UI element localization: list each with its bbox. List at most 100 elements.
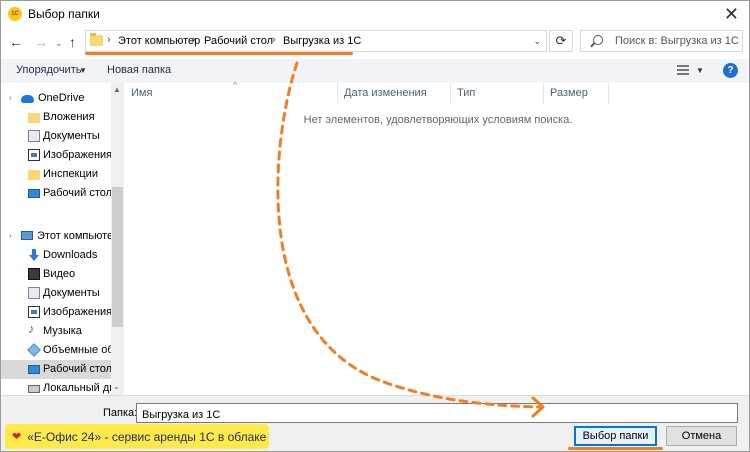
onedrive-icon (21, 95, 34, 103)
expand-chevron-icon[interactable]: › (9, 93, 12, 102)
sidebar-item-desktop-selected[interactable]: Рабочий стол (1, 360, 111, 379)
images-icon (28, 149, 40, 161)
refresh-button[interactable]: ⟳ (549, 30, 573, 52)
music-icon: ♪ (28, 322, 35, 336)
sidebar-item-inspections[interactable]: Инспекции (1, 165, 111, 184)
folder-icon (28, 113, 40, 123)
close-icon[interactable]: ✕ (724, 4, 739, 25)
documents-icon (28, 287, 40, 299)
up-arrow-icon[interactable]: ↑ (69, 34, 76, 50)
folder-field-label: Папка: (103, 407, 138, 419)
file-list[interactable]: ^ Имя Дата изменения Тип Размер Нет элем… (125, 80, 749, 395)
breadcrumb-current-folder[interactable]: Выгрузка из 1С (283, 35, 361, 47)
sidebar-item-video[interactable]: Видео (1, 265, 111, 284)
column-header-label: Имя (131, 87, 153, 99)
address-dropdown-chevron-icon[interactable]: ⌄ (533, 36, 541, 47)
folder-picker-dialog: 1С Выбор папки ✕ ← → ⌄ ↑ › Этот компьюте… (0, 0, 750, 452)
sidebar-item-downloads[interactable]: Downloads (1, 246, 111, 265)
search-icon (593, 35, 603, 45)
documents-icon (28, 130, 40, 142)
scroll-down-icon[interactable]: ⌄ (113, 382, 120, 391)
sidebar-item-local-disk[interactable]: Локальный дис (1, 379, 111, 395)
promo-banner: ❤ «Е-Офис 24» - сервис аренды 1С в облак… (5, 424, 269, 449)
sidebar-item-3d-objects[interactable]: Объемные объ (1, 341, 111, 360)
desktop-icon (28, 365, 40, 374)
scroll-up-icon[interactable]: ▲ (113, 85, 121, 94)
view-dropdown-icon[interactable]: ▼ (696, 66, 704, 75)
annotation-underline-button (568, 447, 663, 450)
sidebar-item-label: Видео (43, 268, 76, 280)
column-header-label: Дата изменения (344, 87, 427, 99)
expand-chevron-icon[interactable]: › (9, 231, 12, 240)
recent-locations-chevron-icon[interactable]: ⌄ (55, 38, 63, 49)
sidebar-scrollbar-thumb[interactable] (112, 187, 123, 327)
sidebar-item-onedrive[interactable]: › OneDrive (1, 89, 111, 108)
column-header-date[interactable]: Дата изменения (338, 83, 451, 103)
sidebar-item-label: Локальный дис (43, 382, 111, 394)
sidebar-item-label: OneDrive (38, 92, 85, 104)
column-header-size[interactable]: Размер (544, 83, 609, 103)
help-icon[interactable]: ? (723, 63, 738, 78)
empty-list-message: Нет элементов, удовлетворяющих условиям … (303, 114, 573, 126)
images-icon (28, 306, 40, 318)
sidebar-item-this-pc[interactable]: › Этот компьютер (1, 227, 111, 246)
sidebar-item-label: Документы (43, 130, 100, 142)
organize-button[interactable]: Упорядочить (16, 64, 81, 76)
sidebar-item-label: Этот компьютер (37, 230, 111, 242)
column-header-label: Размер (550, 87, 588, 99)
folder-icon (90, 33, 103, 46)
disk-icon (28, 385, 40, 393)
search-input[interactable]: Поиск в: Выгрузка из 1С (580, 30, 743, 52)
forward-arrow-icon[interactable]: → (34, 34, 48, 50)
breadcrumb-separator-icon[interactable]: › (272, 34, 276, 46)
command-toolbar: Упорядочить ▼ Новая папка ▼ ? (1, 59, 749, 83)
sidebar-item-label: Downloads (43, 249, 98, 261)
sidebar-item-attachments[interactable]: Вложения (1, 108, 111, 127)
navigation-pane: › OneDrive Вложения Документы Изображени… (1, 83, 124, 395)
sidebar-item-label: Изображения (43, 149, 111, 161)
desktop-icon (28, 189, 40, 198)
sidebar-item-label: Рабочий стол (43, 187, 111, 199)
sort-ascending-icon: ^ (233, 80, 238, 90)
annotation-underline-path (85, 52, 353, 55)
sidebar-item-images-pc[interactable]: Изображения (1, 303, 111, 322)
address-bar[interactable]: › Этот компьютер › Рабочий стол › Выгруз… (85, 30, 547, 52)
app-1c-icon: 1С (8, 7, 22, 21)
title-bar: 1С Выбор папки ✕ (1, 1, 749, 27)
folder-name-field[interactable] (136, 403, 738, 423)
video-icon (28, 268, 40, 280)
sidebar-item-music[interactable]: ♪ Музыка (1, 322, 111, 341)
sidebar-item-label: Объемные объ (43, 344, 111, 356)
sidebar-item-documents[interactable]: Документы (1, 127, 111, 146)
sidebar-item-label: Документы (43, 287, 100, 299)
breadcrumb-separator-icon[interactable]: › (192, 34, 196, 46)
search-placeholder: Поиск в: Выгрузка из 1С (615, 35, 739, 47)
breadcrumb-this-pc[interactable]: Этот компьютер (118, 35, 200, 47)
column-header-type[interactable]: Тип (451, 83, 544, 103)
sidebar-item-label: Музыка (43, 325, 82, 337)
back-arrow-icon[interactable]: ← (9, 34, 23, 50)
new-folder-button[interactable]: Новая папка (107, 64, 171, 76)
view-options-icon[interactable] (677, 65, 689, 75)
select-folder-button[interactable]: Выбор папки (574, 426, 657, 446)
sidebar-item-label: Рабочий стол (43, 363, 111, 375)
folder-icon (28, 170, 40, 180)
window-title: Выбор папки (28, 7, 100, 21)
downloads-icon (28, 249, 40, 261)
sidebar-item-label: Изображения (43, 306, 111, 318)
heart-icon: ❤ (12, 431, 22, 443)
3d-objects-icon (27, 343, 41, 357)
sidebar-item-images[interactable]: Изображения (1, 146, 111, 165)
sidebar-item-documents-pc[interactable]: Документы (1, 284, 111, 303)
organize-dropdown-icon[interactable]: ▼ (79, 66, 87, 75)
column-header-name[interactable]: ^ Имя (125, 80, 338, 103)
breadcrumb-desktop[interactable]: Рабочий стол (204, 35, 273, 47)
breadcrumb-separator-icon[interactable]: › (107, 34, 111, 46)
promo-text: «Е-Офис 24» - сервис аренды 1С в облаке (27, 429, 267, 444)
computer-icon (21, 231, 33, 240)
sidebar-item-desktop-onedrive[interactable]: Рабочий стол (1, 184, 111, 203)
column-header-label: Тип (457, 87, 476, 99)
cancel-button[interactable]: Отмена (666, 426, 737, 446)
sidebar-item-label: Инспекции (43, 168, 98, 180)
sidebar-item-label: Вложения (43, 111, 95, 123)
